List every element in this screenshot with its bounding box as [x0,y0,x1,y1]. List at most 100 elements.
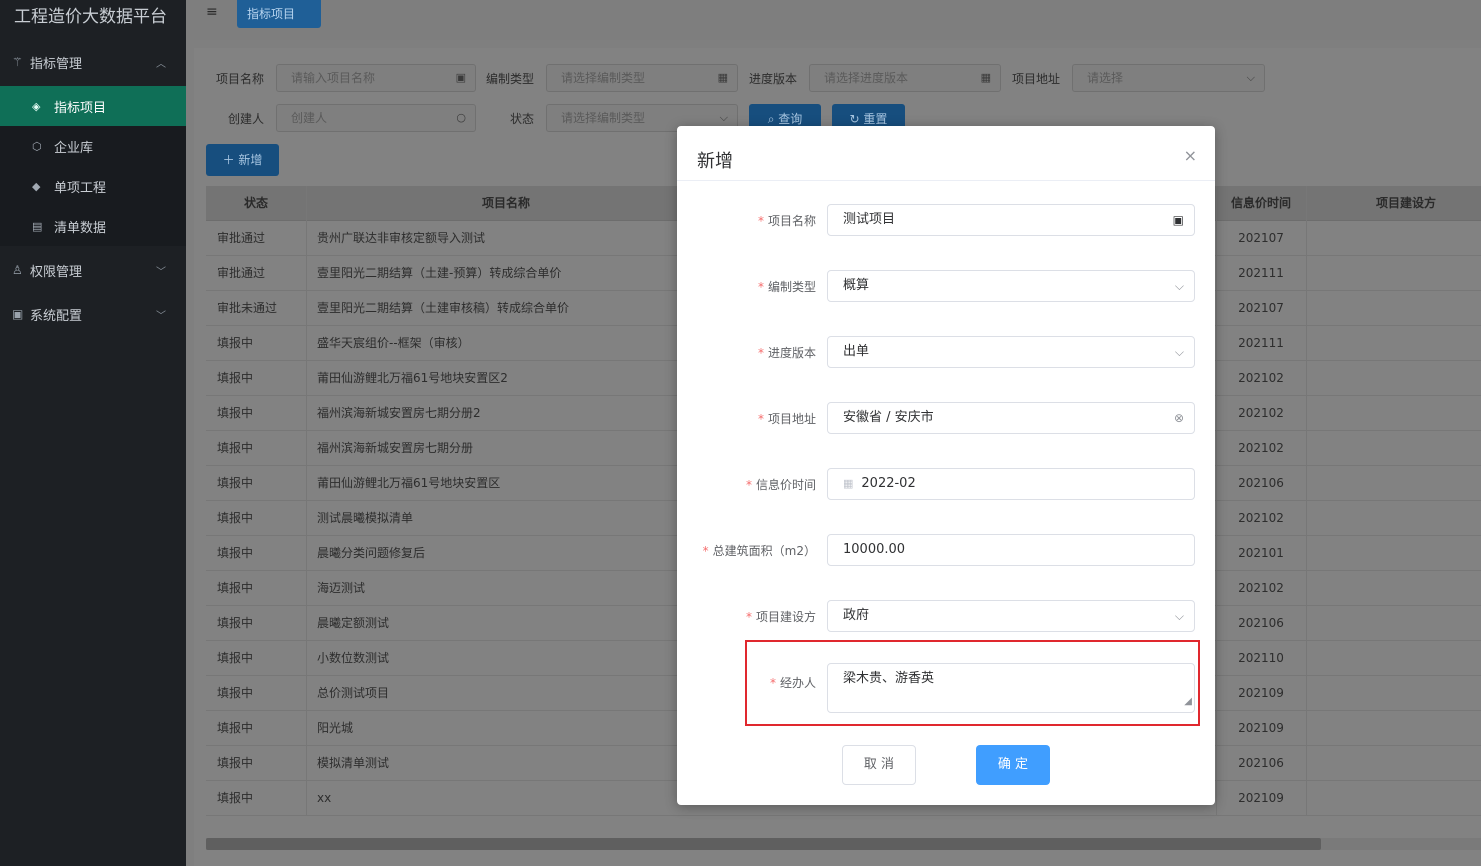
cell-status: 填报中 [217,686,254,700]
cell-project-name: 测试晨曦模拟清单 [317,511,414,525]
cell-status: 填报中 [217,756,254,770]
clipboard-icon: ▣ [1172,213,1184,227]
form-label-handler: * 经办人 [769,676,816,690]
filter-label-status: 状态 [510,112,535,126]
cell-project-name: 晨曦分类问题修复后 [317,546,426,560]
required-mark: * [757,346,764,360]
required-mark: * [702,544,709,558]
cell-status: 填报中 [217,546,254,560]
filter-label-compile-type: 编制类型 [486,72,535,86]
info-time-date-picker[interactable]: ▦ 2022-02 [827,468,1195,500]
filter-label-project-name: 项目名称 [216,72,265,86]
cell-info-time: 202102 [1238,441,1284,455]
project-address-cascader[interactable]: 安徽省 / 安庆市 ⊗ [827,402,1195,434]
clear-circle-icon[interactable]: ⊗ [1174,403,1184,433]
form-label-progress-version: * 进度版本 [757,346,816,360]
required-mark: * [757,214,764,228]
layers-icon: ◈ [32,99,41,113]
required-mark: * [745,610,752,624]
app-title: 工程造价大数据平台 [14,7,167,27]
cell-status: 填报中 [217,616,254,630]
filter-project-address-select[interactable]: 请选择 ⌵ [1072,64,1265,92]
required-mark: * [769,676,776,690]
sidebar-item-indicator-projects[interactable]: ◈ 指标项目 [0,86,186,126]
cell-project-name: 福州滨海新城安置房七期分册 [317,441,474,455]
cell-info-time: 202107 [1238,231,1284,245]
column-header-status: 状态 [243,196,268,210]
chevron-down-icon: ⌵ [1174,345,1184,359]
menu-group-label: 系统配置 [30,308,83,324]
resize-handle-icon[interactable]: ◢ [1184,693,1192,711]
menu-group-label: 权限管理 [30,264,83,280]
chevron-down-icon: ▦ [980,71,991,84]
menu-group-permission-management[interactable]: ♙ 权限管理 ﹀ [0,248,186,292]
total-area-input[interactable]: 10000.00 [827,534,1195,566]
tab-indicator-projects[interactable]: 指标项目 [237,0,321,28]
filter-label-progress-version: 进度版本 [749,72,798,86]
cell-status: 填报中 [217,791,254,805]
cell-project-name: 晨曦定额测试 [317,616,390,630]
cell-status: 填报中 [217,476,254,490]
cell-project-name: 贵州广联达非审核定额导入测试 [317,231,486,245]
chevron-down-icon: ⌵ [1246,71,1255,84]
refresh-icon: ↻ [849,112,864,126]
compile-type-select[interactable]: 概算 ⌵ [827,270,1195,302]
cell-project-name: 总价测试项目 [317,686,390,700]
horizontal-scrollbar[interactable] [206,838,1481,850]
cell-status: 填报中 [217,406,254,420]
chevron-down-icon: ﹀ [156,266,166,278]
cell-info-time: 202102 [1238,511,1284,525]
cell-status: 审批未通过 [217,301,278,315]
filter-progress-version-select[interactable]: 请选择进度版本 ▦ [809,64,1001,92]
sidebar-item-enterprise-library[interactable]: ⬡ 企业库 [0,126,186,166]
sidebar-item-label: 清单数据 [54,220,107,236]
cell-project-name: 莆田仙游鲤北万福61号地块安置区2 [317,371,508,385]
project-name-input[interactable]: 测试项目 ▣ [827,204,1195,236]
user-lock-icon: ♙ [12,263,23,277]
form-label-project-name: * 项目名称 [757,214,816,228]
filter-project-name-input[interactable]: 请输入项目名称 ▣ [276,64,476,92]
cell-project-name: 壹里阳光二期结算（土建-预算）转成综合单价 [317,266,562,280]
menu-group-system-config[interactable]: ▣ 系统配置 ﹀ [0,292,186,336]
plus-icon: ＋ [222,153,239,167]
stack-icon: ◆ [32,179,41,193]
cell-info-time: 202106 [1238,616,1284,630]
cell-project-name: 海迈测试 [317,581,366,595]
close-icon[interactable]: × [1184,146,1197,165]
cell-info-time: 202110 [1238,651,1284,665]
filter-compile-type-select[interactable]: 请选择编制类型 ▦ [546,64,738,92]
cell-info-time: 202109 [1238,791,1284,805]
required-mark: * [757,280,764,294]
sidebar-item-bill-data[interactable]: ▤ 清单数据 [0,206,186,246]
cell-info-time: 202101 [1238,546,1284,560]
cell-project-name: xx [317,791,332,805]
column-header-project-name: 项目名称 [481,196,530,210]
cell-status: 填报中 [217,511,254,525]
cell-project-name: 福州滨海新城安置房七期分册2 [317,406,481,420]
progress-version-select[interactable]: 出单 ⌵ [827,336,1195,368]
add-button[interactable]: ＋ 新增 [206,144,279,176]
cell-project-name: 阳光城 [317,721,354,735]
scrollbar-thumb[interactable] [206,838,1321,850]
cancel-button[interactable]: 取 消 [842,745,916,785]
cell-info-time: 202111 [1238,336,1284,350]
dialog-header: 新增 × [677,126,1215,181]
menu-toggle-icon[interactable]: ≡ [206,4,218,20]
sidebar-item-single-engineering[interactable]: ◆ 单项工程 [0,166,186,206]
filter-label-creator: 创建人 [228,112,265,126]
handler-textarea[interactable]: 梁木贵、游香英 ◢ [827,663,1195,713]
confirm-button[interactable]: 确 定 [976,745,1050,785]
builder-select[interactable]: 政府 ⌵ [827,600,1195,632]
search-icon: ○ [456,111,466,124]
cell-info-time: 202102 [1238,581,1284,595]
form-label-info-time: * 信息价时间 [745,478,816,492]
cell-status: 填报中 [217,581,254,595]
cell-status: 审批通过 [217,231,266,245]
chevron-down-icon: ﹀ [156,310,166,322]
chevron-down-icon: ⌵ [1174,279,1184,293]
column-header-builder: 项目建设方 [1375,196,1436,210]
filter-creator-input[interactable]: 创建人 ○ [276,104,476,132]
cell-status: 填报中 [217,441,254,455]
menu-group-indicator-management[interactable]: ⚚ 指标管理 ︿ [0,40,186,84]
cube-icon: ⬡ [32,139,42,153]
